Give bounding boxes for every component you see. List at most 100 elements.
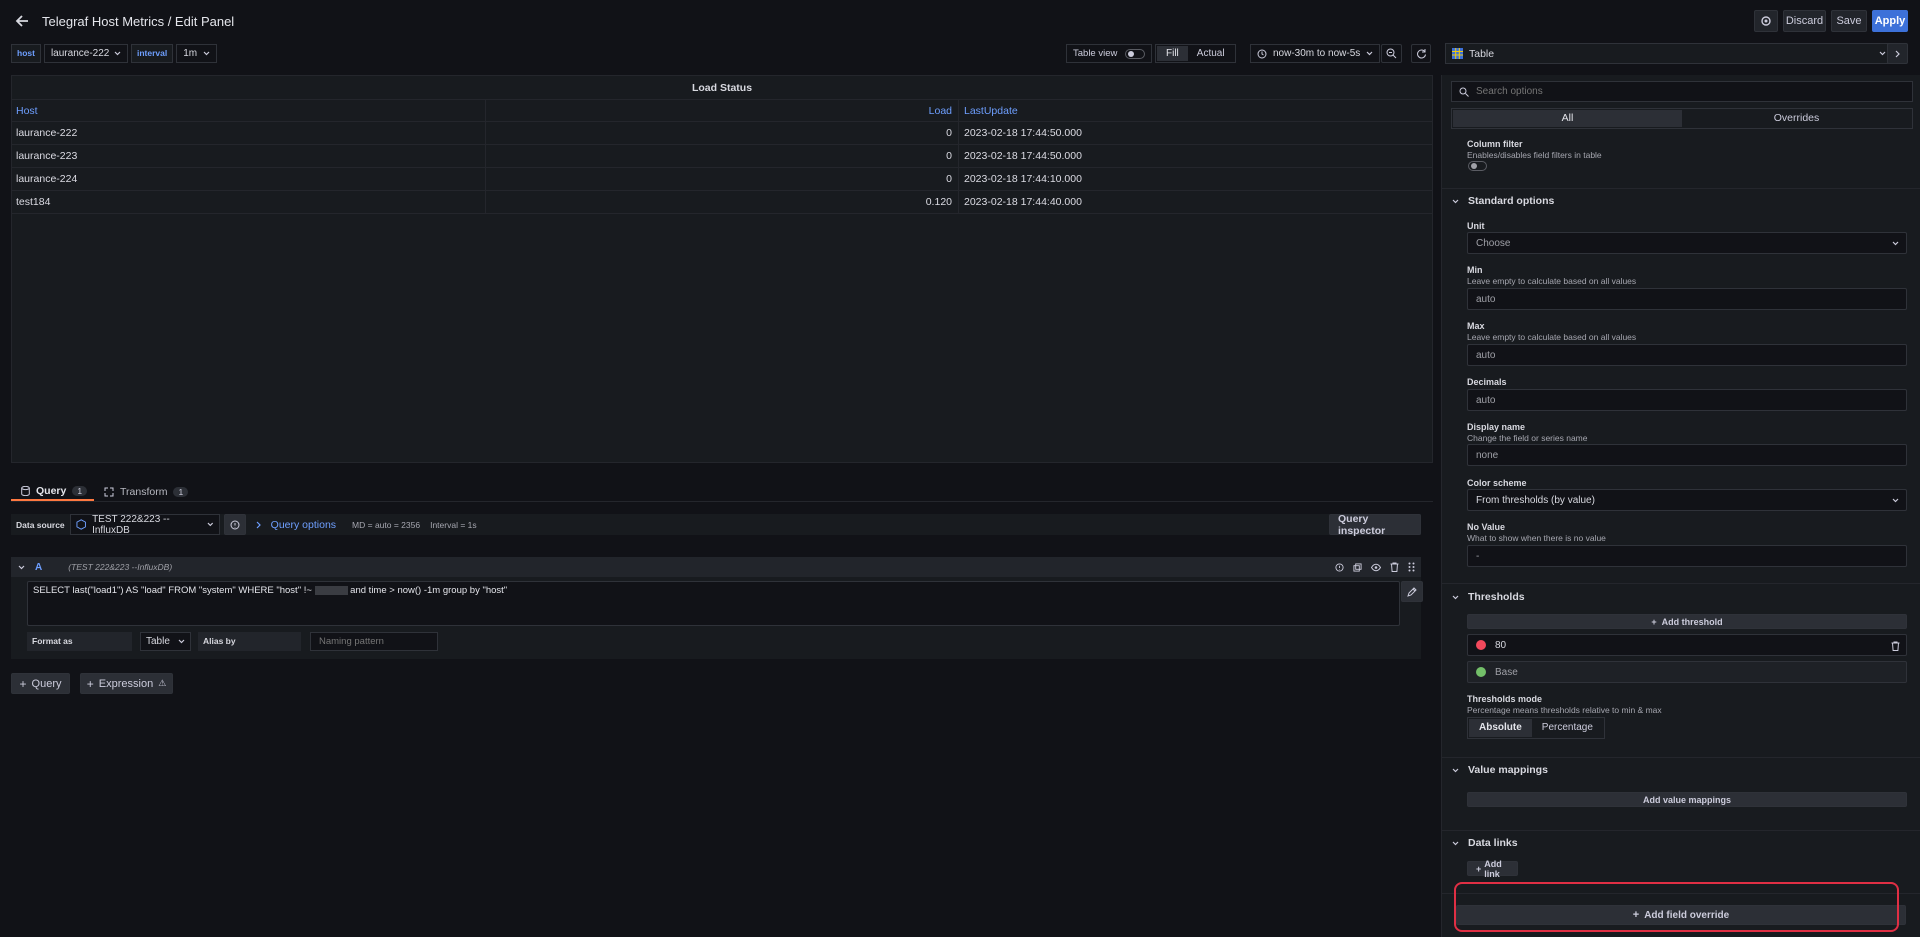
collapse-options-button[interactable]	[1887, 43, 1908, 64]
unit-select[interactable]: Choose	[1467, 232, 1907, 254]
table-cell-load: 0	[486, 168, 959, 190]
query-inspector-button[interactable]: Query inspector	[1329, 513, 1421, 537]
unit-value: Choose	[1476, 237, 1511, 249]
section-data-links[interactable]: Data links	[1452, 837, 1518, 849]
max-input[interactable]: auto	[1467, 344, 1907, 366]
thresholds-mode-group: Absolute Percentage	[1467, 717, 1605, 739]
variable-interval-select[interactable]: 1m	[176, 44, 218, 63]
threshold-color-swatch[interactable]	[1476, 640, 1486, 650]
max-label: Max	[1467, 321, 1485, 331]
table-cell-host: laurance-222	[12, 122, 486, 144]
table-cell-load: 0.120	[486, 191, 959, 213]
decimals-input[interactable]: auto	[1467, 389, 1907, 411]
tab-query[interactable]: Query 1	[11, 482, 94, 501]
table-cell-host: laurance-223	[12, 145, 486, 167]
help-icon[interactable]	[1335, 562, 1344, 572]
format-as-value: Table	[146, 636, 170, 647]
table-view-switch[interactable]	[1125, 48, 1146, 59]
add-link-button[interactable]: + Add link	[1467, 859, 1518, 879]
fill-button[interactable]: Fill	[1157, 46, 1188, 61]
threshold-color-swatch[interactable]	[1476, 667, 1486, 677]
discard-button[interactable]: Discard	[1783, 10, 1826, 32]
chevron-down-icon[interactable]	[18, 565, 25, 570]
column-filter-label: Column filter	[1467, 139, 1523, 149]
drag-handle-icon[interactable]	[1408, 562, 1415, 572]
zoom-out-icon	[1386, 48, 1397, 59]
add-expression-button[interactable]: + Expression ⚠	[80, 673, 173, 694]
format-as-select[interactable]: Table	[140, 632, 191, 651]
datasource-picker[interactable]: TEST 222&223 --InfluxDB	[69, 514, 220, 536]
warning-icon: ⚠	[158, 678, 167, 688]
trash-icon[interactable]	[1891, 641, 1900, 651]
table-view-label: Table view	[1073, 48, 1118, 59]
back-arrow-icon[interactable]	[14, 13, 30, 29]
search-options-field[interactable]	[1451, 81, 1913, 102]
min-input[interactable]: auto	[1467, 288, 1907, 310]
add-query-button[interactable]: + Query	[11, 673, 70, 694]
save-button[interactable]: Save	[1831, 10, 1867, 32]
edit-query-button[interactable]	[1401, 581, 1423, 602]
alias-by-input[interactable]	[310, 632, 438, 651]
table-row: laurance-222 0 2023-02-18 17:44:50.000	[12, 122, 1432, 145]
threshold-row-red[interactable]: 80	[1467, 634, 1907, 656]
table-header-row: Host Load LastUpdate	[12, 99, 1432, 122]
tab-transform[interactable]: Transform 1	[104, 482, 189, 501]
section-thresholds[interactable]: Thresholds	[1452, 591, 1525, 603]
column-filter-switch[interactable]	[1468, 161, 1487, 171]
variable-host-select[interactable]: laurance-222	[43, 44, 129, 63]
section-value-mappings[interactable]: Value mappings	[1452, 764, 1548, 776]
column-header-host[interactable]: Host	[12, 100, 486, 121]
threshold-value: 80	[1495, 639, 1507, 651]
influxdb-icon	[76, 519, 86, 530]
column-header-load[interactable]: Load	[486, 100, 959, 121]
novalue-label: No Value	[1467, 522, 1506, 532]
visualization-picker[interactable]: Table	[1445, 43, 1893, 64]
color-scheme-select[interactable]: From thresholds (by value)	[1467, 489, 1907, 511]
variable-interval-value: 1m	[183, 48, 198, 59]
options-tab-overrides[interactable]: Overrides	[1682, 110, 1911, 127]
duplicate-icon[interactable]	[1353, 562, 1362, 572]
query-source-label: (TEST 222&223 --InfluxDB)	[68, 562, 173, 572]
query-options-toggle[interactable]: Query options	[256, 519, 336, 531]
table-view-toggle[interactable]: Table view	[1066, 44, 1153, 63]
eye-icon[interactable]	[1371, 563, 1381, 572]
visualization-name: Table	[1469, 47, 1495, 60]
mode-percentage[interactable]: Percentage	[1532, 719, 1603, 737]
query-text-editor[interactable]: SELECT last("load1") AS "load" FROM "sys…	[27, 581, 1400, 626]
settings-gear-button[interactable]	[1754, 10, 1778, 32]
refresh-button[interactable]	[1411, 44, 1431, 63]
query-row-header[interactable]: A (TEST 222&223 --InfluxDB)	[11, 557, 1421, 577]
novalue-input[interactable]: -	[1467, 545, 1907, 567]
actual-button[interactable]: Actual	[1188, 46, 1234, 61]
display-name-input[interactable]: none	[1467, 444, 1907, 466]
chevron-down-icon	[114, 51, 121, 56]
panel-preview: Load Status Host Load LastUpdate lauranc…	[11, 75, 1433, 463]
color-scheme-value: From thresholds (by value)	[1476, 494, 1595, 506]
value-mappings-title: Value mappings	[1468, 764, 1548, 776]
section-standard-options[interactable]: Standard options	[1452, 195, 1554, 207]
mode-absolute[interactable]: Absolute	[1469, 719, 1532, 737]
chevron-down-icon	[207, 522, 214, 527]
chevron-down-icon	[1452, 595, 1459, 599]
trash-icon[interactable]	[1390, 562, 1399, 572]
query-options-interval: Interval = 1s	[430, 519, 477, 530]
add-value-mappings-button[interactable]: Add value mappings	[1467, 792, 1907, 807]
chevron-down-icon	[178, 639, 185, 644]
plus-icon: +	[1476, 863, 1482, 874]
datasource-label: Data source	[16, 519, 65, 530]
datasource-help-button[interactable]	[223, 514, 246, 535]
chevron-down-icon	[1452, 768, 1459, 772]
add-threshold-button[interactable]: + Add threshold	[1467, 614, 1907, 629]
options-tab-all[interactable]: All	[1453, 110, 1682, 127]
plus-icon: +	[86, 676, 94, 691]
column-header-lastupdate[interactable]: LastUpdate	[959, 100, 1432, 121]
search-options-input[interactable]	[1476, 86, 1876, 97]
column-filter-desc: Enables/disables field filters in table	[1467, 150, 1602, 160]
query-options-label: Query options	[270, 518, 337, 531]
apply-button[interactable]: Apply	[1872, 10, 1908, 32]
table-cell-host: laurance-224	[12, 168, 486, 190]
zoom-out-button[interactable]	[1381, 44, 1402, 63]
query-ref-id[interactable]: A	[35, 562, 42, 573]
table-row: laurance-224 0 2023-02-18 17:44:10.000	[12, 168, 1432, 191]
time-range-picker[interactable]: now-30m to now-5s	[1250, 44, 1381, 63]
